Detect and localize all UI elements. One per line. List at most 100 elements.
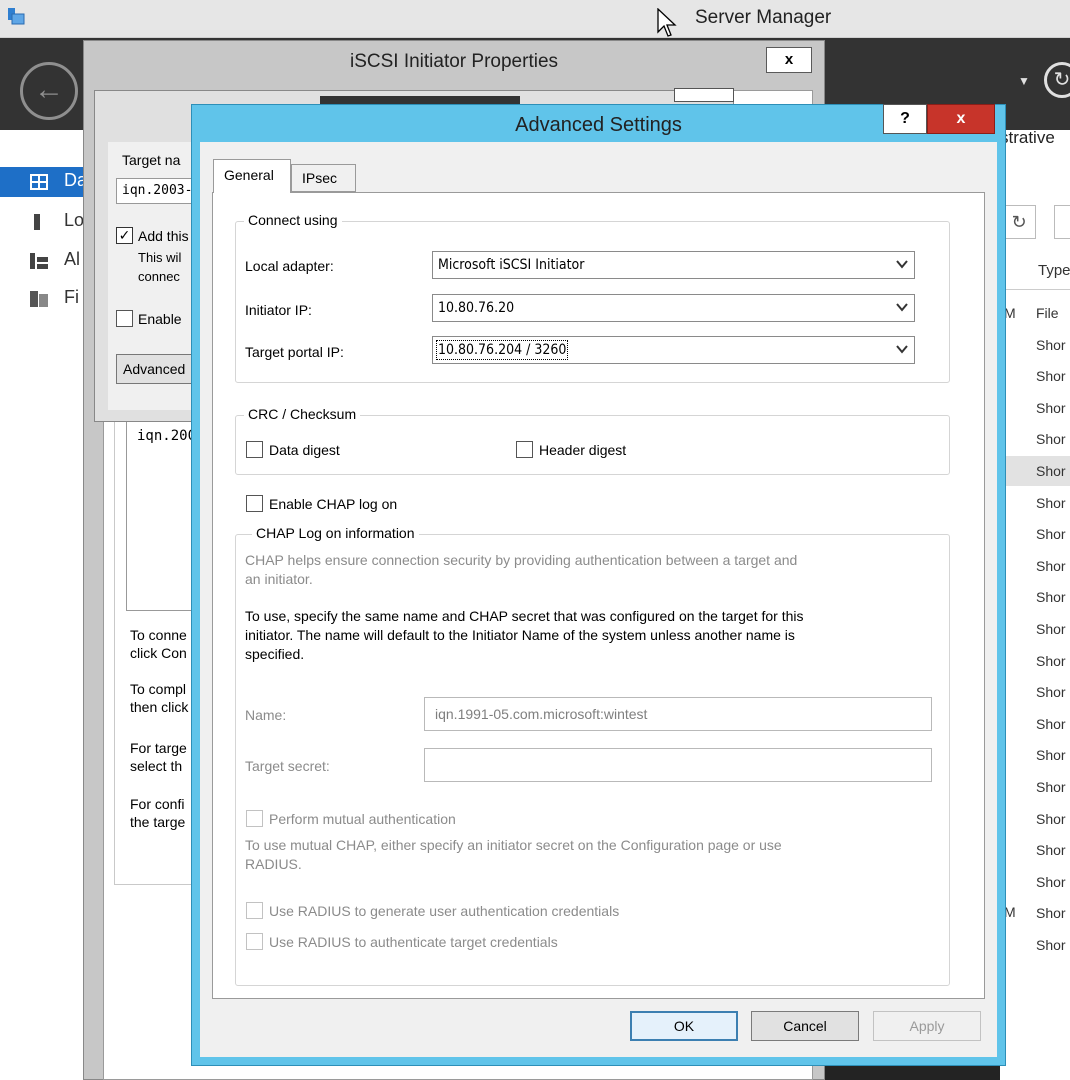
advanced-button[interactable]: Advanced — [116, 354, 200, 384]
column-header-type[interactable]: Type — [1038, 262, 1070, 279]
table-row[interactable]: Shor — [1036, 558, 1066, 574]
table-row[interactable]: Shor — [1036, 747, 1066, 763]
help-text: For confi the targe — [130, 796, 186, 830]
chap-help-text: CHAP helps ensure connection security by… — [245, 552, 798, 587]
help-text: To compl then click — [130, 681, 189, 715]
all-servers-icon — [30, 253, 48, 269]
mutual-auth-label: Perform mutual authentication — [269, 811, 456, 827]
local-server-icon — [34, 214, 40, 230]
radius-user-checkbox[interactable] — [246, 902, 263, 919]
table-row[interactable]: Shor — [1036, 368, 1066, 384]
chap-name-field[interactable]: iqn.1991-05.com.microsoft:wintest — [424, 697, 932, 731]
table-row[interactable]: Shor — [1036, 431, 1066, 447]
back-arrow-icon[interactable]: ← — [20, 62, 78, 120]
table-row[interactable]: Shor — [1036, 811, 1066, 827]
group-title: CHAP Log on information — [252, 525, 419, 541]
group-title: Connect using — [244, 212, 342, 228]
sidebar-item-label: Lo — [64, 210, 85, 230]
table-row[interactable]: Shor — [1036, 937, 1066, 953]
sidebar-item-label: Fi — [64, 287, 79, 307]
add-favorites-label: Add this — [138, 228, 189, 244]
tab-ipsec[interactable]: IPsec — [291, 164, 356, 192]
table-row[interactable]: Shor — [1036, 621, 1066, 637]
help-text: To conne click Con — [130, 627, 187, 661]
select-value: Microsoft iSCSI Initiator — [438, 257, 585, 273]
select-value: 10.80.76.204 / 3260 — [435, 340, 569, 360]
dashboard-icon — [30, 174, 48, 190]
table-row[interactable]: Shor — [1036, 779, 1066, 795]
sidebar-item-dashboard[interactable]: Da — [0, 167, 87, 197]
enable-multipath-checkbox[interactable] — [116, 310, 133, 327]
table-row[interactable]: Shor — [1036, 400, 1066, 416]
group-title: CRC / Checksum — [244, 406, 361, 422]
local-adapter-label: Local adapter: — [245, 258, 334, 274]
table-row[interactable]: Shor — [1036, 495, 1066, 511]
apply-button[interactable]: Apply — [873, 1011, 981, 1041]
initiator-ip-label: Initiator IP: — [245, 302, 312, 318]
table-row[interactable]: Shor — [1036, 905, 1066, 921]
table-row[interactable]: Shor — [1036, 526, 1066, 542]
target-name-field[interactable]: iqn.2003- — [116, 178, 196, 204]
window-title-fragment — [320, 96, 520, 104]
radius-user-label: Use RADIUS to generate user authenticati… — [269, 903, 620, 919]
sidebar-item-all-servers[interactable]: Al — [0, 246, 85, 276]
data-digest-checkbox[interactable] — [246, 441, 263, 458]
table-row[interactable]: Shor — [1036, 589, 1066, 605]
table-row[interactable]: Shor — [1036, 653, 1066, 669]
server-manager-title: Server Manager — [695, 7, 832, 28]
close-button[interactable]: x — [766, 47, 812, 73]
window-title: iSCSI Initiator Properties — [349, 51, 559, 72]
select-value: 10.80.76.20 — [438, 300, 515, 316]
initiator-ip-select[interactable]: 10.80.76.20 — [432, 294, 915, 322]
header-digest-label: Header digest — [539, 442, 627, 458]
table-row[interactable]: Shor — [1036, 337, 1066, 353]
header-digest-checkbox[interactable] — [516, 441, 533, 458]
close-button[interactable] — [674, 88, 734, 102]
sidebar-item-local-server[interactable]: Lo — [0, 207, 85, 237]
table-row[interactable]: Shor — [1036, 716, 1066, 732]
enable-chap-label: Enable CHAP log on — [269, 496, 398, 512]
mutual-auth-help: To use mutual CHAP, either specify an in… — [245, 837, 782, 872]
help-button[interactable]: ? — [883, 104, 927, 134]
help-text: For targe select th — [130, 740, 187, 774]
target-portal-ip-select[interactable]: 10.80.76.204 / 3260 — [432, 336, 915, 364]
cancel-button[interactable]: Cancel — [751, 1011, 859, 1041]
enable-chap-checkbox[interactable] — [246, 495, 263, 512]
mutual-auth-checkbox[interactable] — [246, 810, 263, 827]
table-row[interactable]: File — [1036, 305, 1059, 321]
target-portal-ip-label: Target portal IP: — [245, 344, 344, 360]
target-secret-field[interactable] — [424, 748, 932, 782]
table-row[interactable]: Shor — [1036, 463, 1066, 479]
server-manager-titlebar — [0, 0, 1070, 38]
add-favorites-checkbox[interactable]: ✓ — [116, 227, 133, 244]
chevron-down-icon — [896, 260, 908, 269]
radius-target-checkbox[interactable] — [246, 933, 263, 950]
toolbar-button[interactable] — [1054, 205, 1070, 239]
table-row[interactable]: Shor — [1036, 842, 1066, 858]
chevron-down-icon — [896, 345, 908, 354]
mouse-cursor-icon — [657, 8, 677, 37]
data-digest-label: Data digest — [269, 442, 340, 458]
local-adapter-select[interactable]: Microsoft iSCSI Initiator — [432, 251, 915, 279]
file-services-icon — [30, 291, 48, 307]
target-secret-label: Target secret: — [245, 758, 330, 774]
enable-multipath-label: Enable — [138, 311, 182, 327]
add-favorites-description: connec — [138, 269, 180, 284]
chap-instructions: To use, specify the same name and CHAP s… — [245, 608, 804, 662]
server-manager-app-icon — [8, 8, 25, 25]
ok-button[interactable]: OK — [630, 1011, 738, 1041]
add-favorites-description: This wil — [138, 250, 182, 265]
table-row[interactable]: Shor — [1036, 684, 1066, 700]
close-button[interactable]: x — [927, 104, 995, 134]
tab-general[interactable]: General — [213, 159, 291, 193]
target-name-label: Target na — [122, 152, 181, 168]
sidebar-item-file-services[interactable]: Fi — [0, 284, 85, 314]
chevron-down-icon — [896, 303, 908, 312]
chap-name-label: Name: — [245, 707, 287, 723]
refresh-button[interactable]: ↻ — [1002, 205, 1036, 239]
chevron-down-icon[interactable]: ▼ — [1018, 74, 1030, 88]
table-row[interactable]: Shor — [1036, 874, 1066, 890]
admin-tools-label: strative — [1000, 128, 1055, 147]
list-item[interactable]: iqn.200 — [137, 428, 196, 444]
sidebar-item-label: Al — [64, 249, 81, 269]
